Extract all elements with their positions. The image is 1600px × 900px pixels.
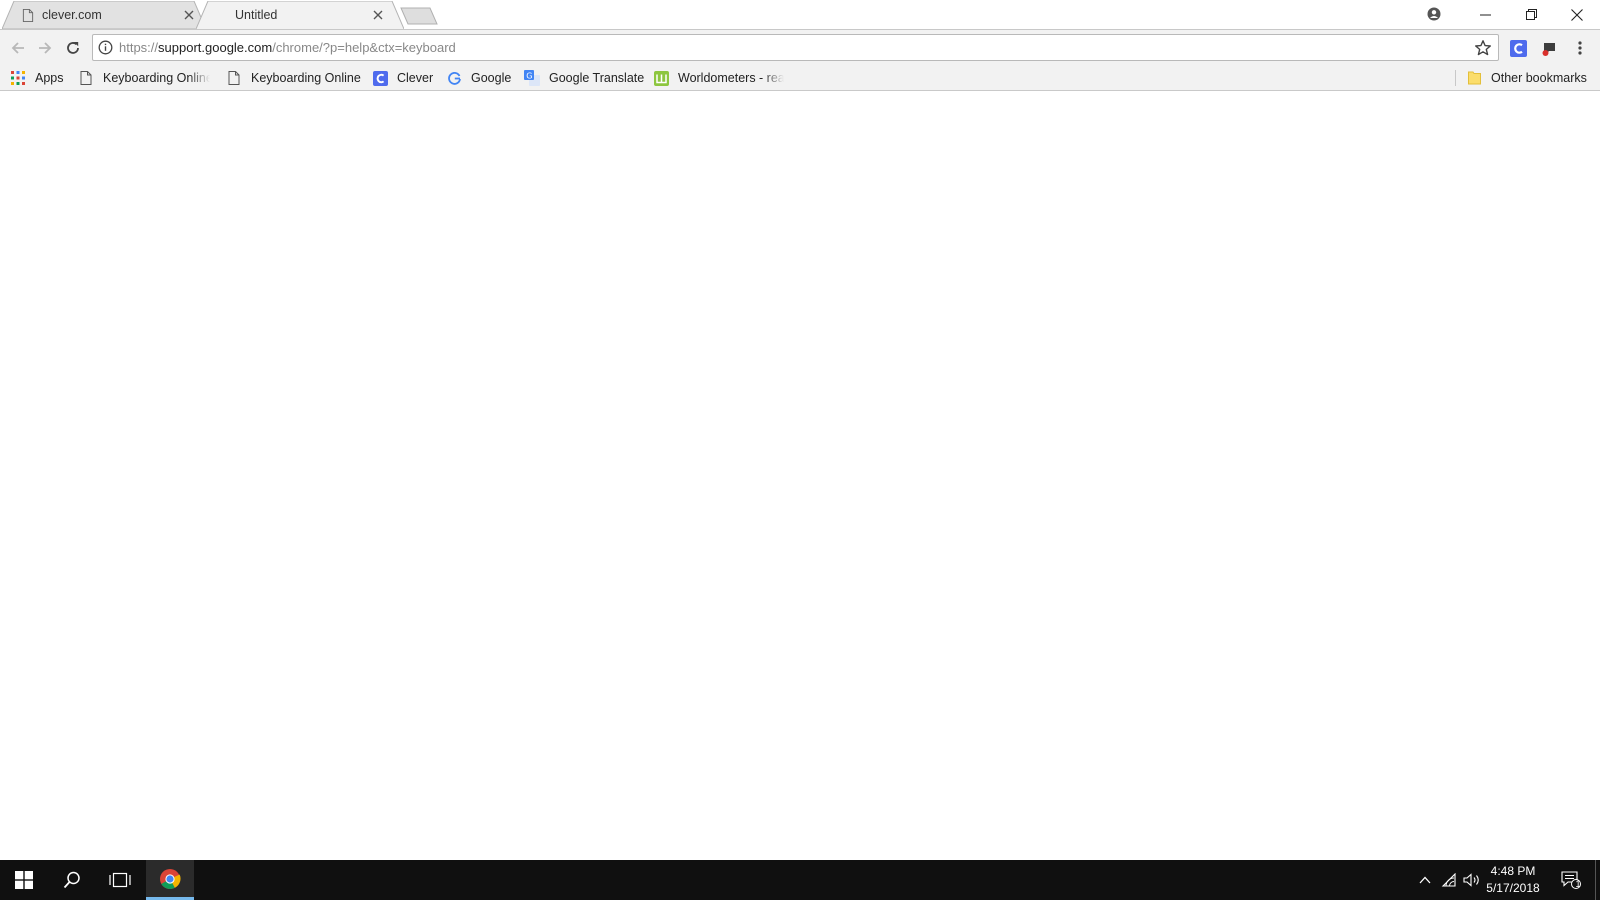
action-center-button[interactable]: 1 [1556,860,1586,900]
taskbar-chrome-app[interactable] [146,860,194,900]
close-icon [1571,8,1583,21]
taskbar-clock[interactable]: 4:48 PM 5/17/2018 [1478,863,1548,897]
close-icon [373,10,383,20]
arrow-left-icon [11,42,24,54]
bookmark-label: Apps [35,71,64,85]
bookmark-google[interactable]: Google [446,69,511,87]
chrome-icon [160,868,181,889]
show-desktop-button[interactable] [1595,860,1600,900]
bookmark-label: Worldometers - real [678,71,784,85]
url-host: support.google.com [158,40,273,55]
bookmark-label: Google Translate [549,71,645,85]
task-view-button[interactable] [96,860,144,900]
bookmarks-bar: Apps Keyboarding Online Keyboarding Onli… [0,64,1600,91]
address-bar[interactable]: https://support.google.com/chrome/?p=hel… [92,34,1499,61]
network-button[interactable] [1438,860,1460,900]
reload-button[interactable] [62,37,84,59]
clever-icon [1509,39,1527,57]
worldometers-icon [653,70,669,86]
close-icon [184,10,194,20]
new-tab-button[interactable] [400,7,438,25]
minimize-button[interactable] [1462,0,1508,29]
restore-icon [1525,9,1537,20]
start-button[interactable] [0,860,48,900]
window-controls [1462,0,1600,29]
bookmark-label: Keyboarding Online [251,71,361,85]
arrow-right-icon [39,42,52,54]
url-text[interactable]: https://support.google.com/chrome/?p=hel… [119,40,456,55]
tab-title: Untitled [235,8,278,22]
bookmark-google-translate[interactable]: G Google Translate [524,69,644,87]
back-button[interactable] [7,37,29,59]
page-icon [226,70,242,86]
search-icon [63,871,80,889]
windows-taskbar: 4:48 PM 5/17/2018 1 [0,860,1600,900]
windows-logo-icon [15,871,33,889]
clever-icon [372,70,388,86]
extension-chat-icon [1542,42,1555,56]
google-translate-icon: G [524,70,540,86]
page-icon [78,70,94,86]
tab-title: clever.com [42,8,102,22]
folder-icon [1466,70,1482,86]
task-view-icon [109,872,131,888]
profile-button[interactable] [1424,4,1444,24]
extension-button[interactable] [1539,38,1559,58]
tab-close-button[interactable] [182,8,196,22]
info-icon[interactable] [98,40,113,55]
wifi-icon [1441,873,1456,887]
tab-untitled[interactable]: Untitled [196,1,404,29]
bookmark-apps[interactable]: Apps [10,69,64,87]
search-button[interactable] [48,860,96,900]
close-window-button[interactable] [1554,0,1600,29]
reload-icon [67,42,79,54]
browser-toolbar: https://support.google.com/chrome/?p=hel… [0,29,1600,64]
tab-close-button[interactable] [371,8,385,22]
bookmark-star-icon[interactable] [1474,39,1492,57]
bookmark-label: Clever [397,71,434,85]
svg-text:G: G [526,71,532,80]
tab-strip: clever.com Untitled [0,0,1600,29]
page-content [0,91,1600,860]
clock-time: 4:48 PM [1490,864,1536,878]
url-path: /chrome/?p=help&ctx=keyboard [272,40,456,55]
show-hidden-icons-button[interactable] [1414,860,1436,900]
bookmark-other-bookmarks[interactable]: Other bookmarks [1466,69,1587,87]
bookmarks-separator [1455,70,1456,86]
tab-clever[interactable]: clever.com [2,1,206,29]
url-scheme: https:// [119,40,159,55]
bookmark-worldometers[interactable]: Worldometers - real [653,69,784,87]
bookmark-label: Keyboarding Online [103,71,210,85]
chevron-up-icon [1419,876,1431,884]
clock-date: 5/17/2018 [1486,881,1540,895]
google-icon [446,70,462,86]
more-vertical-icon [1578,41,1582,55]
page-icon [22,9,34,22]
apps-grid-icon [10,70,26,86]
clever-extension-button[interactable] [1508,38,1528,58]
chrome-menu-button[interactable] [1570,38,1590,58]
bookmark-keyboarding-online-1[interactable]: Keyboarding Online [78,69,210,87]
minimize-icon [1479,14,1491,16]
bookmark-clever[interactable]: Clever [372,69,433,87]
account-circle-icon [1427,7,1441,21]
bookmark-label: Other bookmarks [1491,71,1587,85]
forward-button[interactable] [34,37,56,59]
restore-button[interactable] [1508,0,1554,29]
bookmark-keyboarding-online-2[interactable]: Keyboarding Online [226,69,361,87]
bookmark-label: Google [471,71,512,85]
notification-count: 1 [1575,879,1581,889]
